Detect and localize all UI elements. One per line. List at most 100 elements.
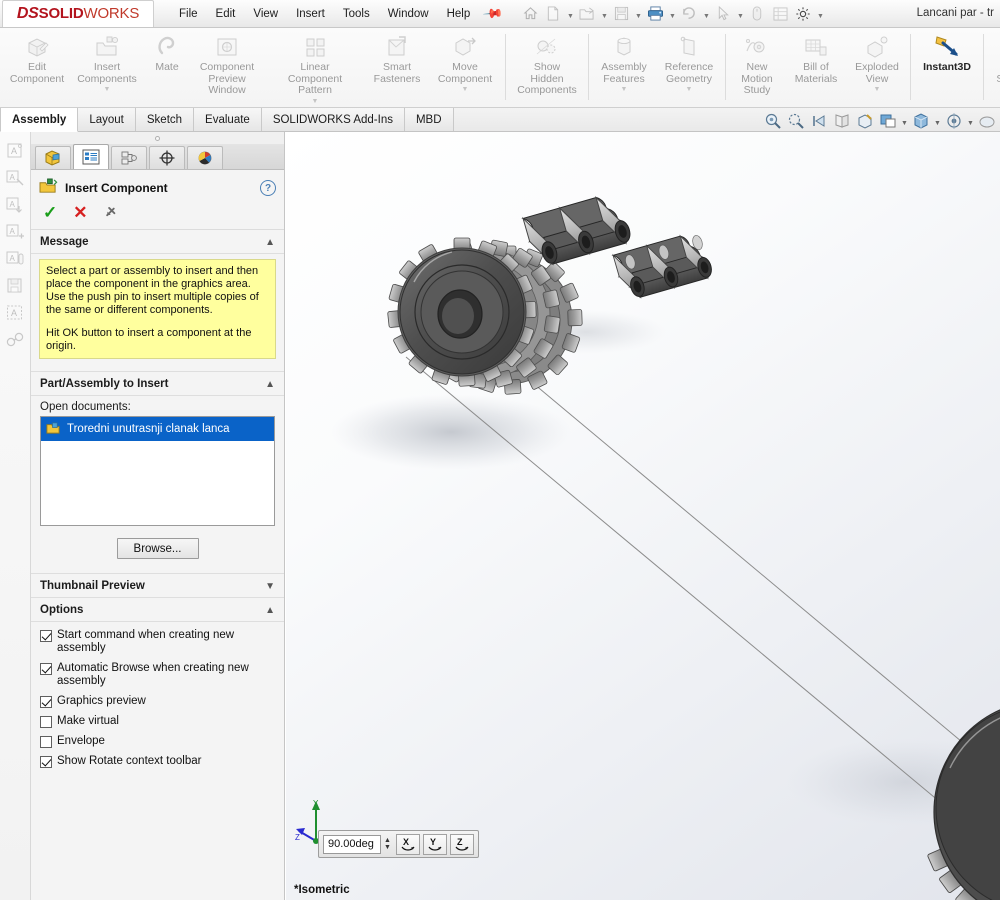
tab-evaluate[interactable]: Evaluate [194,108,262,131]
bill-of-materials-button[interactable]: Bill of Materials [785,28,847,85]
insert-components-button[interactable]: Insert Components ▼ [70,28,144,94]
configuration-manager-tab[interactable] [111,146,147,169]
tab-sketch[interactable]: Sketch [135,108,195,131]
move-component-button[interactable]: Move Component ▼ [428,28,502,94]
rotate-angle-input[interactable] [323,834,381,854]
tab-mbd[interactable]: MBD [404,108,454,131]
open-documents-list[interactable]: Troredni unutrasnji clanak lanca [40,416,275,526]
assembly-features-button[interactable]: Assembly Features ▼ [592,28,656,94]
rotate-about-x-button[interactable]: X [395,833,420,855]
option-start-command[interactable]: Start command when creating new assembly [31,625,284,658]
menu-item-tools[interactable]: Tools [334,4,379,24]
apply-scene-icon[interactable] [976,111,998,131]
tab-layout[interactable]: Layout [78,108,136,131]
push-pin-icon[interactable] [99,201,122,224]
new-document-caret-icon[interactable]: ▼ [565,3,575,25]
part-assembly-section-header[interactable]: Part/Assembly to Insert ▲ [31,371,284,396]
assembly-features-caret-icon[interactable]: ▼ [621,86,628,94]
options-list-icon[interactable] [769,3,791,25]
tab-solidworks-add-ins[interactable]: SOLIDWORKS Add-Ins [261,108,405,131]
reference-geometry-button[interactable]: Reference Geometry ▼ [656,28,722,94]
mouse-gestures-icon[interactable] [746,3,768,25]
feature-manager-tab[interactable] [35,146,71,169]
mate-button[interactable]: Mate [144,28,190,74]
pin-icon[interactable]: 📌 [482,2,505,25]
thumbnail-preview-section-header[interactable]: Thumbnail Preview ▼ [31,573,284,598]
chevron-up-icon[interactable]: ▲ [265,605,275,616]
reference-geometry-caret-icon[interactable]: ▼ [686,86,693,94]
note-add-icon[interactable]: A [3,221,27,243]
browse-button[interactable]: Browse... [116,538,199,559]
dimxpert-manager-tab[interactable] [149,146,185,169]
edit-component-button[interactable]: Edit Component [4,28,70,85]
linear-component-pattern-button[interactable]: Linear Component Pattern ▼ [264,28,366,106]
zoom-to-fit-icon[interactable] [762,111,784,131]
option-envelope[interactable]: Envelope [31,731,284,751]
menu-item-insert[interactable]: Insert [287,4,334,24]
option-automatic-browse[interactable]: Automatic Browse when creating new assem… [31,658,284,691]
display-manager-tab[interactable] [187,146,223,169]
option-show-rotate-context-toolbar[interactable]: Show Rotate context toolbar [31,751,284,771]
instant3d-button[interactable]: Instant3D [914,28,980,74]
move-component-caret-icon[interactable]: ▼ [462,86,469,94]
edit-appearance-caret-icon[interactable]: ▼ [966,111,975,131]
undo-caret-icon[interactable]: ▼ [701,3,711,25]
options-section-header[interactable]: Options ▲ [31,598,284,622]
linear-component-pattern-caret-icon[interactable]: ▼ [312,98,319,106]
zoom-to-area-icon[interactable] [785,111,807,131]
select-cursor-caret-icon[interactable]: ▼ [735,3,745,25]
print-icon[interactable] [644,3,666,25]
chevron-up-icon[interactable]: ▲ [265,379,275,390]
help-icon[interactable]: ? [260,180,276,196]
menu-item-help[interactable]: Help [438,4,480,24]
new-motion-study-button[interactable]: New Motion Study [729,28,785,97]
exploded-view-caret-icon[interactable]: ▼ [874,86,881,94]
checkbox-automatic-browse[interactable] [40,663,52,675]
graphics-area[interactable]: Y Z ▲ ▼ X Y [286,132,1000,900]
view-orientation-icon[interactable] [854,111,876,131]
save-note-icon[interactable] [3,275,27,297]
hide-show-items-icon[interactable] [910,111,932,131]
panel-grip[interactable] [31,132,284,144]
smart-fasteners-button[interactable]: Smart Fasteners [366,28,428,85]
message-section-header[interactable]: Message ▲ [31,230,284,254]
checkbox-show-rotate-toolbar[interactable] [40,756,52,768]
rotate-context-toolbar[interactable]: ▲ ▼ X Y Z [318,830,479,858]
insert-components-caret-icon[interactable]: ▼ [104,86,111,94]
chain-link-icon[interactable] [3,329,27,351]
menu-item-edit[interactable]: Edit [207,4,245,24]
spinner-down-icon[interactable]: ▼ [384,844,391,851]
checkbox-envelope[interactable] [40,736,52,748]
list-item[interactable]: Troredni unutrasnji clanak lanca [41,417,274,441]
save-caret-icon[interactable]: ▼ [633,3,643,25]
angle-spinner[interactable]: ▲ ▼ [384,837,391,851]
checkbox-graphics-preview[interactable] [40,696,52,708]
home-icon[interactable] [519,3,541,25]
menu-item-view[interactable]: View [244,4,287,24]
display-style-icon[interactable] [877,111,899,131]
settings-gear-icon[interactable] [792,3,814,25]
undo-icon[interactable] [678,3,700,25]
tab-assembly[interactable]: Assembly [0,108,79,132]
chevron-up-icon[interactable]: ▲ [265,237,275,248]
checkbox-make-virtual[interactable] [40,716,52,728]
open-folder-icon[interactable] [576,3,598,25]
note-icon[interactable]: A [3,140,27,162]
note-stack-icon[interactable]: A [3,248,27,270]
menu-item-window[interactable]: Window [379,4,438,24]
display-style-caret-icon[interactable]: ▼ [900,111,909,131]
new-document-icon[interactable] [542,3,564,25]
note-arrow-icon[interactable]: A [3,194,27,216]
checkbox-start-command[interactable] [40,630,52,642]
option-make-virtual[interactable]: Make virtual [31,711,284,731]
menu-item-file[interactable]: File [170,4,207,24]
save-icon[interactable] [610,3,632,25]
hide-show-caret-icon[interactable]: ▼ [933,111,942,131]
spinner-up-icon[interactable]: ▲ [384,837,391,844]
ok-button[interactable]: ✓ [43,204,57,221]
property-manager-tab[interactable] [73,144,109,169]
select-cursor-icon[interactable] [712,3,734,25]
rotate-about-y-button[interactable]: Y [422,833,447,855]
rotate-about-z-button[interactable]: Z [449,833,474,855]
show-hidden-components-button[interactable]: Show Hidden Components [509,28,585,97]
